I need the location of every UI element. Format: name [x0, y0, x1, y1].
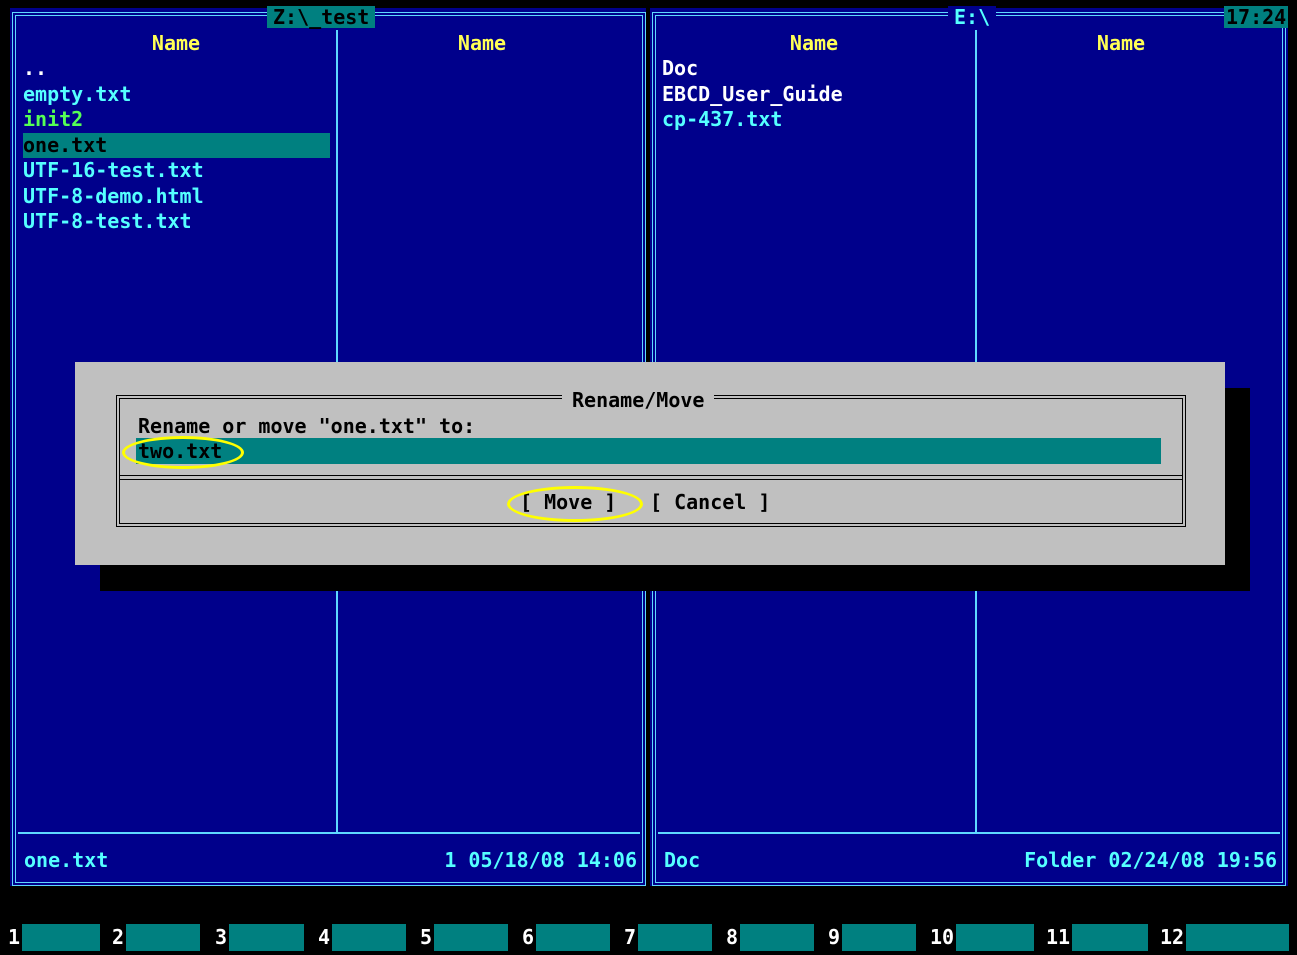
left-file-item[interactable]: UTF-8-demo.html — [23, 184, 330, 210]
f3-key[interactable]: 3 — [215, 924, 304, 951]
left-col1-header[interactable]: Name — [26, 31, 326, 55]
left-file-item[interactable]: init2 — [23, 107, 330, 133]
left-file-item[interactable]: UTF-16-test.txt — [23, 158, 330, 184]
dialog-prompt: Rename or move "one.txt" to: — [138, 414, 476, 438]
fkey-number: 5 — [420, 925, 433, 949]
left-file-item[interactable]: .. — [23, 56, 330, 82]
right-panel-title[interactable]: E:\ — [948, 6, 997, 28]
dialog-title: Rename/Move — [562, 388, 715, 412]
clock: 17:24 — [1224, 5, 1289, 29]
fkey-number: 12 — [1160, 925, 1185, 949]
left-file-item[interactable]: empty.txt — [23, 82, 330, 108]
f4-key[interactable]: 4 — [318, 924, 406, 951]
f12-key[interactable]: 12 — [1160, 924, 1289, 951]
left-status-name: one.txt — [24, 848, 109, 872]
left-status-divider — [18, 832, 640, 834]
fkey-label-bar — [842, 924, 916, 951]
fkey-number: 11 — [1046, 925, 1071, 949]
left-col2-header[interactable]: Name — [332, 31, 632, 55]
fkey-label-bar — [1186, 924, 1289, 951]
fkey-number: 9 — [828, 925, 841, 949]
right-col2-header[interactable]: Name — [971, 31, 1271, 55]
f5-key[interactable]: 5 — [420, 924, 508, 951]
fkey-label-bar — [638, 924, 712, 951]
fkey-label-bar — [1072, 924, 1148, 951]
left-panel-title[interactable]: Z:\_test — [267, 6, 376, 28]
f7-key[interactable]: 7 — [624, 924, 712, 951]
fkey-number: 3 — [215, 925, 228, 949]
fkey-label-bar — [332, 924, 406, 951]
fkey-number: 1 — [8, 925, 21, 949]
input-highlight — [122, 436, 244, 469]
move-highlight — [507, 486, 643, 522]
new-name-input[interactable]: two.txt — [136, 438, 1161, 464]
f2-key[interactable]: 2 — [112, 924, 200, 951]
fkey-number: 8 — [726, 925, 739, 949]
cancel-button[interactable]: [ Cancel ] — [650, 490, 770, 514]
right-col1-header[interactable]: Name — [664, 31, 964, 55]
fkey-number: 4 — [318, 925, 331, 949]
right-status-info: Folder 02/24/08 19:56 — [1024, 848, 1277, 872]
fkey-number: 7 — [624, 925, 637, 949]
right-status-divider — [658, 832, 1280, 834]
fkey-label-bar — [956, 924, 1034, 951]
fkey-label-bar — [22, 924, 100, 951]
fkey-label-bar — [536, 924, 610, 951]
f6-key[interactable]: 6 — [522, 924, 610, 951]
right-file-item[interactable]: EBCD_User_Guide — [662, 82, 972, 108]
f11-key[interactable]: 11 — [1046, 924, 1148, 951]
fkey-label-bar — [434, 924, 508, 951]
f8-key[interactable]: 8 — [726, 924, 814, 951]
fkey-label-bar — [229, 924, 304, 951]
left-file-item[interactable]: one.txt — [23, 132, 330, 158]
fkey-label-bar — [126, 924, 200, 951]
right-status-name: Doc — [664, 848, 701, 872]
f1-key[interactable]: 1 — [8, 924, 100, 951]
fkey-number: 6 — [522, 925, 535, 949]
left-file-item[interactable]: UTF-8-test.txt — [23, 209, 330, 235]
left-status-info: 1 05/18/08 14:06 — [444, 848, 637, 872]
dialog-separator — [120, 475, 1182, 480]
fkey-number: 2 — [112, 925, 125, 949]
right-file-item[interactable]: cp-437.txt — [662, 107, 972, 133]
f9-key[interactable]: 9 — [828, 924, 916, 951]
fkey-number: 10 — [930, 925, 955, 949]
fkey-label-bar — [740, 924, 814, 951]
right-file-item[interactable]: Doc — [662, 56, 972, 82]
f10-key[interactable]: 10 — [930, 924, 1034, 951]
